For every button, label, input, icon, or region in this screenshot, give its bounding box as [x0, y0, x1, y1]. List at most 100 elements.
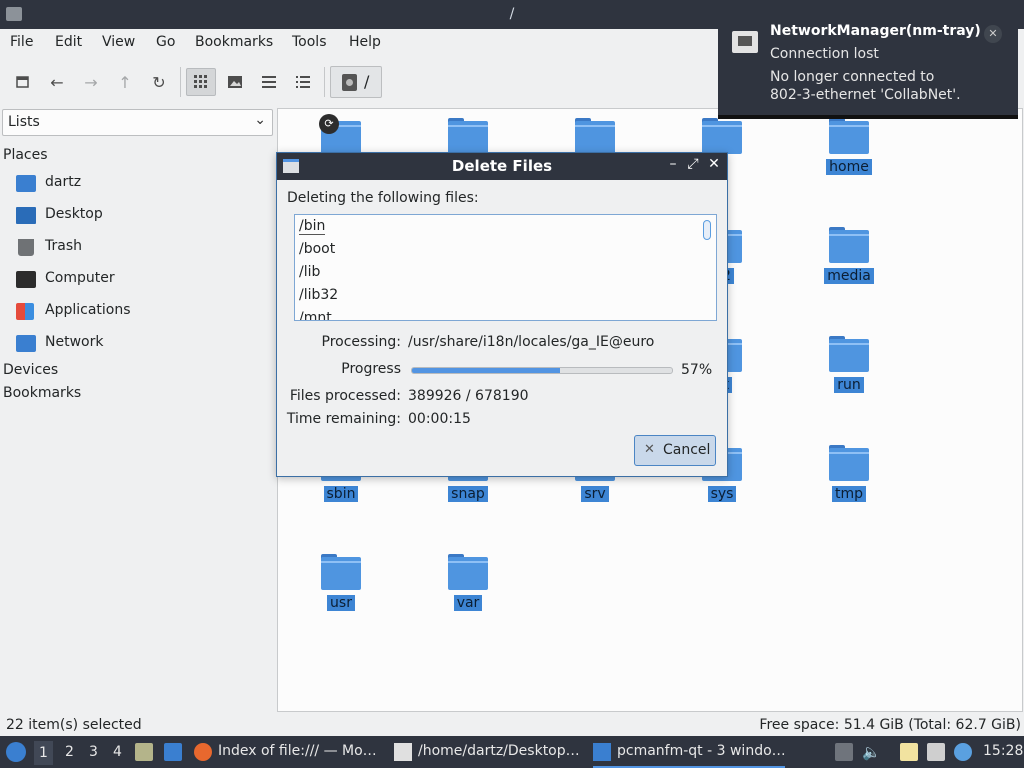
cancel-button[interactable]: ✕ Cancel: [634, 435, 716, 466]
up-icon[interactable]: ↑: [110, 68, 140, 96]
folder-item-var[interactable]: var: [418, 544, 518, 654]
chevron-down-icon: ⌄: [254, 112, 266, 128]
icon-view-icon[interactable]: [186, 68, 216, 96]
folder-icon: [448, 118, 488, 154]
list-item[interactable]: /mnt: [299, 310, 332, 320]
menu-view[interactable]: View: [102, 34, 135, 50]
status-bar: 22 item(s) selected Free space: 51.4 GiB…: [0, 714, 1024, 736]
list-scrollbar[interactable]: [703, 220, 711, 240]
thumbnail-view-icon[interactable]: [220, 68, 250, 96]
menu-tools[interactable]: Tools: [292, 34, 327, 50]
network-notification[interactable]: NetworkManager(nm-tray) Connection lost …: [718, 8, 1018, 119]
forward-icon[interactable]: →: [76, 68, 106, 96]
close-icon[interactable]: ✕: [705, 156, 723, 176]
reload-icon[interactable]: ↻: [144, 68, 174, 96]
menu-edit[interactable]: Edit: [55, 34, 82, 50]
notification-body-line: No longer connected to: [770, 69, 935, 85]
folder-item-media[interactable]: media: [799, 217, 899, 327]
folder-label: usr: [327, 595, 355, 611]
notification-summary: Connection lost: [770, 46, 879, 62]
notification-body-line: 802-3-ethernet 'CollabNet'.: [770, 87, 961, 103]
clipboard-icon[interactable]: [900, 743, 918, 761]
volume-icon[interactable]: 🔈: [862, 743, 881, 761]
list-item[interactable]: /lib: [299, 264, 320, 280]
dialog-heading: Deleting the following files:: [287, 190, 479, 206]
folder-icon: [448, 554, 488, 590]
places-header[interactable]: Places: [3, 147, 48, 163]
bookmarks-header[interactable]: Bookmarks: [3, 385, 81, 401]
new-tab-icon[interactable]: [8, 68, 38, 96]
task-pcmanfm[interactable]: pcmanfm-qt - 3 windo…: [593, 736, 786, 768]
progress-bar: [411, 367, 673, 374]
list-item[interactable]: /bin: [299, 218, 326, 235]
network-wired-icon: [732, 31, 758, 53]
file-manager-launcher-icon[interactable]: [135, 743, 153, 761]
deleting-files-list[interactable]: /bin /boot /lib /lib32 /mnt: [294, 214, 717, 321]
minimize-icon[interactable]: –: [664, 156, 682, 176]
desktop-icon: [16, 207, 36, 224]
sidebar-item-label: Trash: [45, 238, 82, 254]
sidebar-item-label: dartz: [45, 174, 82, 190]
text-editor-icon: [394, 743, 412, 761]
sidebar-item-applications[interactable]: Applications: [16, 300, 266, 324]
close-icon[interactable]: ✕: [984, 25, 1002, 43]
update-notifier-icon[interactable]: [954, 743, 972, 761]
back-icon[interactable]: ←: [42, 68, 72, 96]
menu-file[interactable]: File: [10, 34, 33, 50]
folder-icon: [829, 336, 869, 372]
maximize-icon[interactable]: ⤢: [684, 156, 702, 176]
network-icon: [16, 335, 36, 352]
clock[interactable]: 15:28: [983, 743, 1023, 759]
files-processed-label: Files processed:: [289, 388, 401, 404]
show-desktop-icon[interactable]: [164, 743, 182, 761]
devices-header[interactable]: Devices: [3, 362, 58, 378]
folder-icon: [702, 118, 742, 154]
applications-icon: [16, 303, 34, 320]
menu-go[interactable]: Go: [156, 34, 175, 50]
menu-help[interactable]: Help: [349, 34, 381, 50]
detailed-view-icon[interactable]: [288, 68, 318, 96]
sidebar-item-network[interactable]: Network: [16, 332, 266, 356]
path-bar[interactable]: /: [330, 66, 382, 98]
task-text-editor[interactable]: /home/dartz/Desktop…: [394, 736, 586, 768]
sidebar-item-label: Applications: [45, 302, 131, 318]
folder-label: home: [826, 159, 872, 175]
tray-up-arrow-icon[interactable]: [835, 743, 853, 761]
workspace-4[interactable]: 4: [113, 744, 122, 760]
folder-icon: [829, 227, 869, 263]
folder-icon: [829, 118, 869, 154]
processing-value: /usr/share/i18n/locales/ga_IE@euro: [408, 334, 655, 350]
notification-title: NetworkManager(nm-tray): [770, 23, 981, 39]
folder-label: sbin: [323, 486, 359, 502]
workspace-1[interactable]: 1: [34, 741, 53, 765]
folder-label: srv: [581, 486, 609, 502]
folder-label: var: [453, 595, 483, 611]
path-segment-root[interactable]: /: [364, 72, 369, 91]
workspace-2[interactable]: 2: [65, 744, 74, 760]
folder-item-home[interactable]: home: [799, 108, 899, 218]
progress-bar-fill: [412, 368, 561, 373]
sidebar-item-dartz[interactable]: dartz: [16, 172, 266, 196]
computer-icon: [16, 271, 36, 288]
progress-label: Progress: [341, 361, 401, 377]
folder-item-usr[interactable]: usr: [291, 544, 391, 654]
folder-item-run[interactable]: run: [799, 326, 899, 436]
task-firefox[interactable]: Index of file:/// — Mo…: [194, 736, 386, 768]
task-label: /home/dartz/Desktop…: [418, 743, 580, 759]
start-menu-icon[interactable]: [6, 742, 26, 762]
delete-files-dialog: Delete Files – ⤢ ✕ Deleting the followin…: [276, 152, 728, 477]
sidebar-mode-select[interactable]: Lists ⌄: [2, 109, 273, 136]
list-item[interactable]: /boot: [299, 241, 335, 257]
compact-view-icon[interactable]: [254, 68, 284, 96]
folder-item-tmp[interactable]: tmp: [799, 435, 899, 545]
sidebar-item-computer[interactable]: Computer: [16, 268, 266, 292]
folder-label: sys: [707, 486, 737, 502]
free-space-status: Free space: 51.4 GiB (Total: 62.7 GiB): [759, 717, 1021, 733]
network-tray-icon[interactable]: [927, 743, 945, 761]
menu-bookmarks[interactable]: Bookmarks: [195, 34, 273, 50]
workspace-3[interactable]: 3: [89, 744, 98, 760]
sidebar-item-desktop[interactable]: Desktop: [16, 204, 266, 228]
list-item[interactable]: /lib32: [299, 287, 338, 303]
dialog-titlebar[interactable]: Delete Files – ⤢ ✕: [277, 153, 727, 180]
sidebar-item-trash[interactable]: Trash: [16, 236, 266, 260]
